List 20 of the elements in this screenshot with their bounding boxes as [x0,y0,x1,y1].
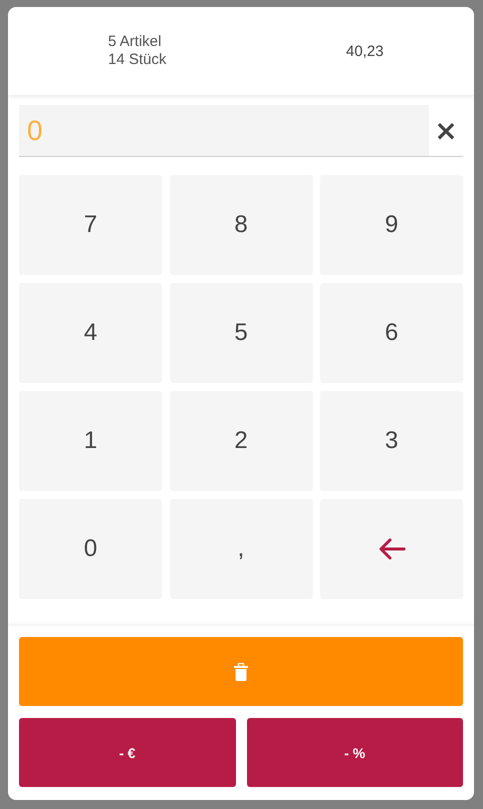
digit-key[interactable]: 3 [320,391,463,491]
digit-key[interactable]: 1 [19,391,162,491]
backspace-key[interactable] [320,499,463,599]
discount-button[interactable]: - % [246,718,463,787]
digit-key[interactable]: 8 [170,175,312,275]
piece-count: 14 Stück [108,51,168,69]
digit-key[interactable]: 0 [19,499,162,599]
digit-key[interactable]: 2 [170,391,312,491]
total-amount: 40,23 [346,42,384,60]
article-count: 5 Artikel [108,33,162,51]
digit-key[interactable]: , [170,499,312,599]
digit-key[interactable]: 6 [320,283,463,383]
backspace-icon [378,538,406,560]
digit-key[interactable]: 5 [170,283,312,383]
digit-key[interactable]: 4 [19,283,162,383]
discount-button[interactable]: - € [19,718,236,787]
digit-key[interactable]: 7 [19,175,162,275]
trash-icon [234,662,248,680]
digit-key[interactable]: 9 [320,175,463,275]
delete-button[interactable] [19,637,463,706]
